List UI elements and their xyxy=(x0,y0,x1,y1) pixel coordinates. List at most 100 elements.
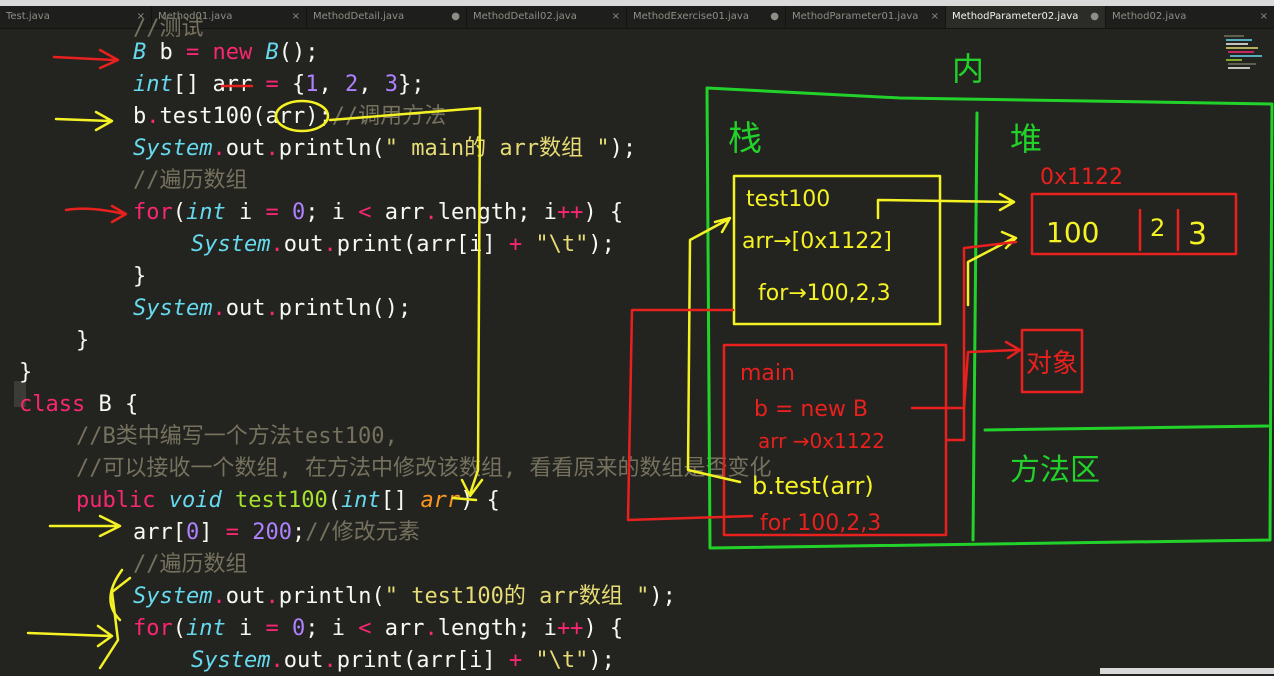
code-line: for(int i = 0; i < arr.length; i++) { xyxy=(133,197,623,228)
operator: = xyxy=(225,520,239,545)
operator: ++ xyxy=(556,200,584,225)
code-text: ; i xyxy=(305,200,359,225)
string: " test100的 arr数组 " xyxy=(384,584,650,609)
tab-close-icon[interactable]: × xyxy=(292,6,300,28)
code-text: arr[ xyxy=(133,520,186,545)
code-line: } xyxy=(76,325,89,356)
code-text: out xyxy=(283,232,324,257)
tab-label: Method02.java xyxy=(1112,11,1187,22)
operator: . xyxy=(424,200,438,225)
tab-close-icon[interactable]: × xyxy=(1260,6,1268,28)
type: int xyxy=(186,616,226,641)
operator: . xyxy=(212,584,226,609)
code-line: } xyxy=(19,357,32,388)
comment: //修改元素 xyxy=(305,520,420,545)
comment: //B类中编写一个方法test100, xyxy=(76,424,398,449)
code-text: ); xyxy=(649,584,676,609)
tab-modified-dot-icon[interactable]: ● xyxy=(451,6,460,28)
number: 2 xyxy=(344,72,359,97)
code-text: ] xyxy=(199,520,226,545)
code-line: public void test100(int[] arr) { xyxy=(76,485,500,516)
operator: . xyxy=(270,648,284,673)
tab-methodparameter02-java[interactable]: MethodParameter02.java ● xyxy=(946,6,1106,28)
class-ref: System xyxy=(191,648,271,673)
operator: . xyxy=(212,136,226,161)
tab-close-icon[interactable]: × xyxy=(612,6,620,28)
code-line: System.out.println(); xyxy=(133,293,411,324)
code-text: length; i xyxy=(437,200,557,225)
number: 200 xyxy=(252,520,292,545)
code-line: arr[0] = 200;//修改元素 xyxy=(133,517,420,548)
tab-methoddetail02-java[interactable]: MethodDetail02.java × xyxy=(467,6,627,28)
code-text: ( xyxy=(327,488,341,513)
keyword: class xyxy=(19,392,86,417)
number: 0 xyxy=(292,200,306,225)
code-text: i xyxy=(225,616,266,641)
code-editor[interactable]: //测试 B b = new B(); int[] arr = {1, 2, 3… xyxy=(0,16,1274,674)
tab-methodparameter01-java[interactable]: MethodParameter01.java × xyxy=(786,6,946,28)
minimap[interactable] xyxy=(1222,33,1266,73)
param: arr xyxy=(420,488,461,513)
class-ref: System xyxy=(133,584,213,609)
tab-methodexercise01-java[interactable]: MethodExercise01.java ● xyxy=(627,6,786,28)
class-ref: System xyxy=(191,232,271,257)
code-text: [] arr xyxy=(172,72,266,97)
tab-label: Test.java xyxy=(6,11,50,22)
tab-methoddetail-java[interactable]: MethodDetail.java ● xyxy=(307,6,467,28)
status-area xyxy=(1100,668,1274,674)
operator: . xyxy=(146,104,160,129)
tab-test-java[interactable]: Test.java × xyxy=(0,6,152,28)
code-line: //B类中编写一个方法test100, xyxy=(76,421,398,452)
code-text: println(); xyxy=(278,296,412,321)
operator: < xyxy=(358,616,372,641)
keyword: new xyxy=(199,40,266,65)
code-text: ) { xyxy=(460,488,500,513)
code-text: print(arr[i] xyxy=(336,648,509,673)
class-ref: B xyxy=(265,40,279,65)
tab-modified-dot-icon[interactable]: ● xyxy=(1090,6,1099,28)
code-line: //遍历数组 xyxy=(133,549,248,580)
code-text: print(arr[i] xyxy=(336,232,509,257)
string: "\t" xyxy=(535,232,589,257)
code-line: //可以接收一个数组, 在方法中修改该数组, 看看原来的数组是否变化 xyxy=(76,453,771,484)
code-line: //遍历数组 xyxy=(133,165,248,196)
code-text: arr xyxy=(371,616,425,641)
operator: = xyxy=(265,200,279,225)
class-ref: System xyxy=(133,136,213,161)
type: void xyxy=(168,488,222,513)
keyword: for xyxy=(133,200,173,225)
tab-modified-dot-icon[interactable]: ● xyxy=(770,6,779,28)
code-text: b xyxy=(133,104,147,129)
number: 0 xyxy=(185,520,200,545)
tab-method02-java[interactable]: Method02.java × xyxy=(1106,6,1274,28)
code-text: ; xyxy=(291,520,306,545)
code-text: [] xyxy=(380,488,421,513)
code-text: println( xyxy=(278,584,385,609)
code-text: println( xyxy=(278,136,385,161)
code-text: } xyxy=(76,328,90,353)
code-text: out xyxy=(225,584,266,609)
operator: = xyxy=(186,40,200,65)
tab-close-icon[interactable]: × xyxy=(931,6,939,28)
code-text: ) { xyxy=(583,200,624,225)
operator: < xyxy=(358,200,372,225)
operator: = xyxy=(265,616,279,641)
code-text: } xyxy=(19,360,33,385)
code-text: ; i xyxy=(305,616,359,641)
code-text: }; xyxy=(397,72,425,97)
code-line: b.test100(arr);//调用方法 xyxy=(133,101,446,132)
comment: //遍历数组 xyxy=(133,168,248,193)
code-text: arr xyxy=(371,200,425,225)
code-text: ); xyxy=(588,232,615,257)
keyword: public xyxy=(76,488,156,513)
operator: . xyxy=(265,584,279,609)
code-line: System.out.print(arr[i] + "\t"); xyxy=(191,229,615,260)
code-text: , xyxy=(358,72,385,97)
code-line: for(int i = 0; i < arr.length; i++) { xyxy=(133,613,623,644)
class-ref: System xyxy=(133,296,213,321)
